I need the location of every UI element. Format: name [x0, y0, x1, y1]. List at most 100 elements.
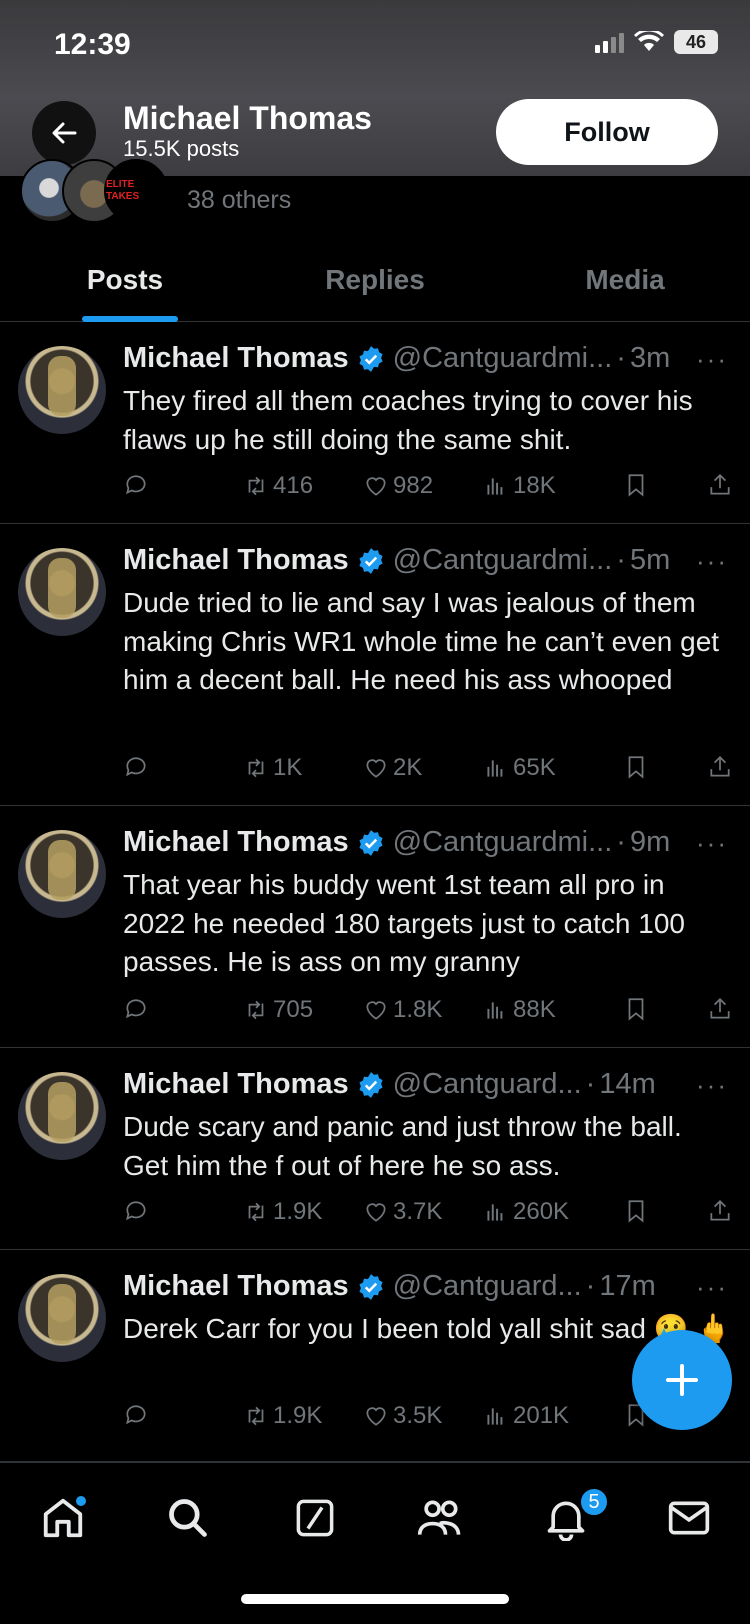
tweet-handle[interactable]: @Cantguard... — [393, 1270, 582, 1303]
grok-icon — [296, 1499, 334, 1537]
share-button[interactable] — [707, 996, 733, 1022]
tweet-time[interactable]: 5m — [630, 544, 670, 577]
status-time: 12:39 — [54, 28, 131, 61]
tweet-handle[interactable]: @Cantguardmi... — [393, 342, 613, 375]
retweet-button[interactable]: 416 — [243, 472, 313, 500]
follow-button[interactable]: Follow — [496, 99, 718, 165]
tweet-author-name[interactable]: Michael Thomas — [123, 826, 349, 859]
retweet-icon — [248, 1202, 264, 1222]
reply-button[interactable] — [123, 1402, 149, 1428]
tweet-author-name[interactable]: Michael Thomas — [123, 1068, 349, 1101]
bookmark-button[interactable] — [623, 1198, 649, 1224]
tweet-header: Michael Thomas @Cantguardmi... · 5m — [123, 544, 670, 577]
signal-icon — [595, 31, 624, 53]
tweet[interactable]: Michael Thomas @Cantguardmi... · 9m ··· … — [0, 806, 750, 1048]
followed-by-avatars[interactable]: ELITE TAKES — [20, 159, 168, 226]
like-count: 1.8K — [393, 996, 443, 1023]
like-button[interactable]: 1.8K — [363, 996, 442, 1024]
like-count: 2K — [393, 754, 423, 781]
nav-notifications[interactable]: 5 — [541, 1487, 609, 1543]
views-count: 88K — [513, 996, 556, 1023]
views-button[interactable]: 260K — [483, 1198, 569, 1226]
tweet-author-name[interactable]: Michael Thomas — [123, 342, 349, 375]
like-count: 982 — [393, 472, 434, 499]
verified-badge-icon — [359, 345, 383, 372]
tweet-time[interactable]: 17m — [599, 1270, 655, 1303]
like-button[interactable]: 3.7K — [363, 1198, 442, 1226]
share-icon — [710, 998, 730, 1019]
retweet-count: 416 — [273, 472, 314, 499]
tab-posts[interactable]: Posts — [0, 246, 250, 321]
like-button[interactable]: 2K — [363, 754, 422, 782]
wifi-icon — [634, 31, 664, 51]
views-button[interactable]: 65K — [483, 754, 556, 782]
tweet-text: Derek Carr for you I been told yall shit… — [123, 1313, 732, 1344]
tweet-time[interactable]: 9m — [630, 826, 670, 859]
tweet[interactable]: Michael Thomas @Cantguard... · 14m ··· D… — [0, 1048, 750, 1250]
like-button[interactable]: 982 — [363, 472, 433, 500]
views-icon — [487, 760, 503, 777]
retweet-button[interactable]: 1.9K — [243, 1198, 322, 1226]
more-options-button[interactable]: ··· — [696, 828, 728, 859]
tweet-time[interactable]: 14m — [599, 1068, 655, 1101]
separator-dot: · — [616, 342, 626, 374]
retweet-icon — [248, 758, 264, 778]
like-button[interactable]: 3.5K — [363, 1402, 442, 1430]
reply-button[interactable] — [123, 1198, 149, 1224]
bookmark-icon — [628, 756, 644, 779]
share-button[interactable] — [707, 754, 733, 780]
avatar[interactable] — [18, 1072, 106, 1160]
reply-button[interactable] — [123, 996, 149, 1022]
tab-media[interactable]: Media — [500, 246, 750, 321]
retweet-count: 1K — [273, 754, 303, 781]
bookmark-button[interactable] — [623, 996, 649, 1022]
reply-icon — [126, 757, 146, 777]
tab-replies[interactable]: Replies — [250, 246, 500, 321]
views-button[interactable]: 201K — [483, 1402, 569, 1430]
tweet-header: Michael Thomas @Cantguardmi... · 3m — [123, 342, 670, 375]
bookmark-button[interactable] — [623, 754, 649, 780]
views-button[interactable]: 88K — [483, 996, 556, 1024]
retweet-button[interactable]: 1.9K — [243, 1402, 322, 1430]
nav-home[interactable] — [38, 1493, 88, 1543]
tweet-handle[interactable]: @Cantguard... — [393, 1068, 582, 1101]
reply-button[interactable] — [123, 754, 149, 780]
followed-by-text[interactable]: 38 others — [187, 186, 291, 215]
tweet-handle[interactable]: @Cantguardmi... — [393, 826, 613, 859]
verified-badge-icon — [359, 829, 383, 856]
more-options-button[interactable]: ··· — [696, 546, 728, 577]
nav-communities[interactable] — [415, 1493, 465, 1543]
tweet[interactable]: Michael Thomas @Cantguardmi... · 5m ··· … — [0, 524, 750, 806]
tweet-author-name[interactable]: Michael Thomas — [123, 544, 349, 577]
tweet-author-name[interactable]: Michael Thomas — [123, 1270, 349, 1303]
avatar[interactable] — [18, 548, 106, 636]
retweet-button[interactable]: 1K — [243, 754, 302, 782]
reply-button[interactable] — [123, 472, 149, 498]
nav-search[interactable] — [163, 1493, 213, 1543]
tweet-header: Michael Thomas @Cantguard... · 14m — [123, 1068, 656, 1101]
more-options-button[interactable]: ··· — [696, 1272, 728, 1303]
separator-dot: · — [585, 1270, 596, 1302]
bookmark-button[interactable] — [623, 472, 649, 498]
bookmark-icon — [628, 1200, 644, 1223]
retweet-count: 1.9K — [273, 1198, 323, 1225]
tweet[interactable]: Michael Thomas @Cantguardmi... · 3m ··· … — [0, 322, 750, 524]
profile-header: 12:39 46 Michael Thomas 15.5K posts Foll… — [0, 0, 750, 176]
views-button[interactable]: 18K — [483, 472, 556, 500]
share-icon — [710, 1200, 730, 1221]
avatar[interactable] — [18, 1274, 106, 1362]
avatar[interactable] — [18, 830, 106, 918]
nav-messages[interactable] — [664, 1493, 714, 1543]
retweet-button[interactable]: 705 — [243, 996, 313, 1024]
share-button[interactable] — [707, 472, 733, 498]
compose-button[interactable] — [632, 1330, 732, 1430]
back-button[interactable] — [32, 101, 96, 165]
more-options-button[interactable]: ··· — [696, 1070, 728, 1101]
nav-grok[interactable] — [290, 1493, 340, 1543]
share-button[interactable] — [707, 1198, 733, 1224]
tweet-handle[interactable]: @Cantguardmi... — [393, 544, 613, 577]
avatar[interactable] — [18, 346, 106, 434]
more-options-button[interactable]: ··· — [696, 344, 728, 375]
tweet-time[interactable]: 3m — [630, 342, 670, 375]
notifications-badge: 5 — [579, 1487, 609, 1517]
